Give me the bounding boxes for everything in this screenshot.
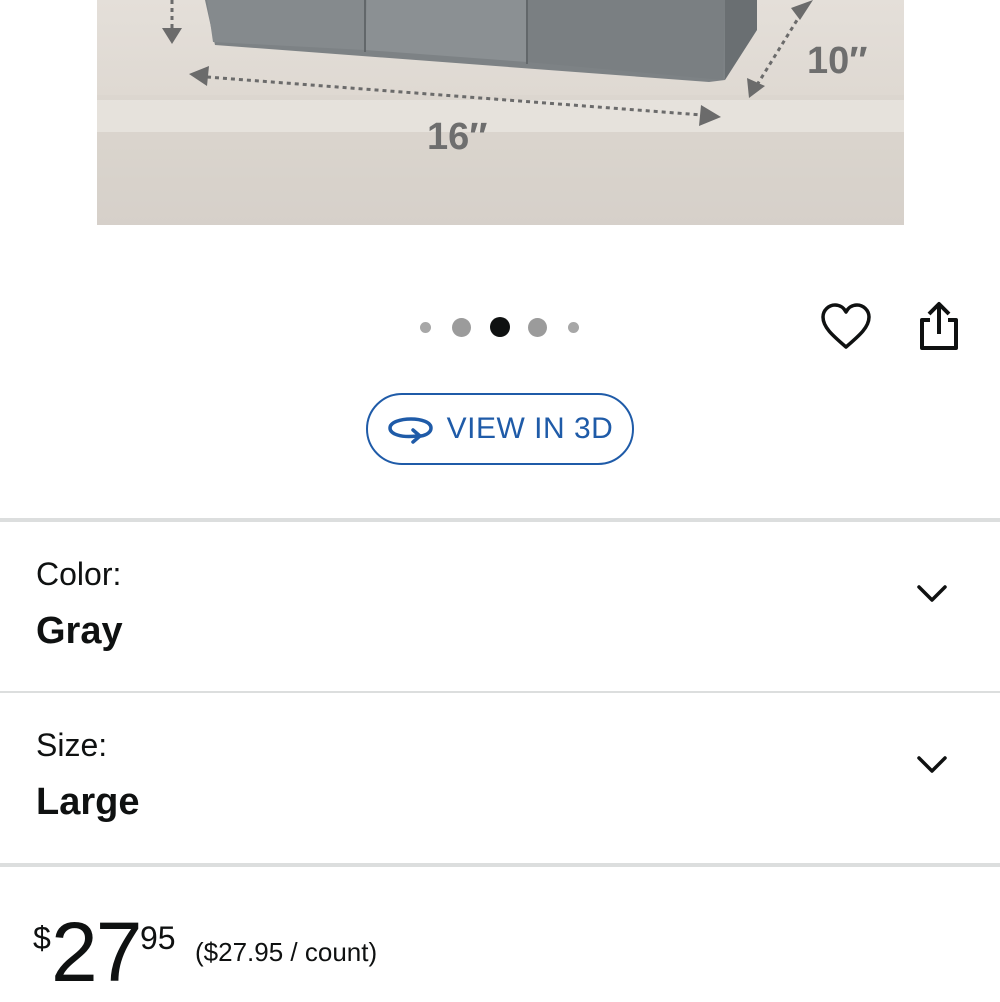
- color-value: Gray: [36, 610, 123, 652]
- view-in-3d-button[interactable]: VIEW IN 3D: [366, 393, 634, 465]
- view-in-3d-label: VIEW IN 3D: [446, 412, 614, 445]
- add-to-list-button[interactable]: [820, 302, 872, 352]
- color-selector[interactable]: Color: Gray: [0, 522, 1000, 690]
- dimension-width-label: 16″: [427, 116, 488, 158]
- color-label: Color:: [36, 556, 122, 592]
- chevron-down-icon: [917, 756, 947, 773]
- size-value: Large: [36, 781, 140, 823]
- dimension-depth-label: 10″: [807, 40, 868, 82]
- size-selector[interactable]: Size: Large: [0, 693, 1000, 861]
- carousel-dot-4[interactable]: [528, 318, 547, 337]
- product-image[interactable]: 16″ 10″: [97, 0, 904, 225]
- rotate-3d-icon: [387, 417, 433, 444]
- product-photo: [97, 0, 904, 225]
- size-label: Size:: [36, 727, 108, 763]
- carousel-dot-1[interactable]: [420, 322, 431, 333]
- carousel-dot-2[interactable]: [452, 318, 471, 337]
- section-divider: [0, 863, 1000, 867]
- chevron-down-icon: [917, 585, 947, 602]
- price-currency-symbol: $: [33, 920, 51, 956]
- heart-icon: [821, 303, 871, 349]
- carousel-dot-3-active[interactable]: [490, 317, 510, 337]
- price-fraction: 95: [140, 920, 176, 956]
- price-whole: 27: [51, 905, 142, 999]
- share-icon: [920, 302, 958, 350]
- share-button[interactable]: [916, 300, 962, 354]
- price-per-unit: ($27.95 / count): [195, 937, 378, 967]
- carousel-dot-5[interactable]: [568, 322, 579, 333]
